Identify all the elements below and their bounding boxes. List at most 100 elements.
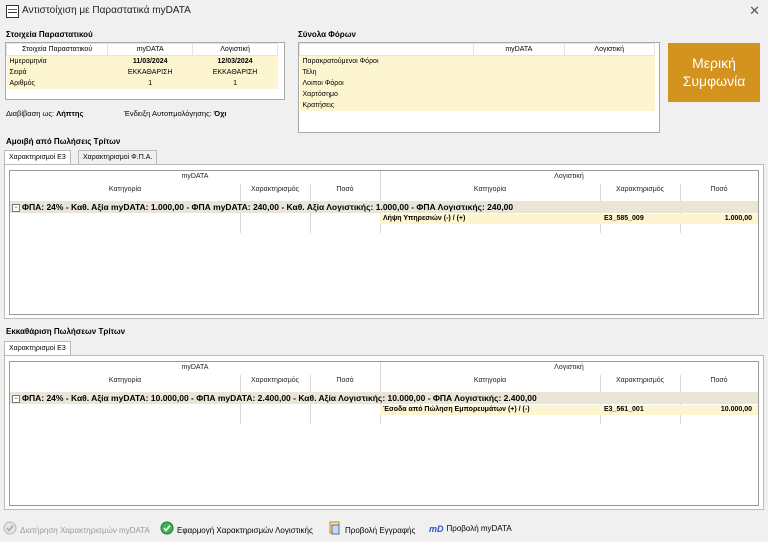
tab-clearing-e3[interactable]: Χαρακτηρισμοί Ε3 <box>4 341 71 356</box>
clearing-tab-page: myDATA Λογιστική Κατηγορία Χαρακτηρισμός… <box>4 355 764 510</box>
autofill-info: Ένδειξη Αυτοπμολόγησης: Όχι <box>124 109 226 118</box>
clearing-detail-category: Έσοδα από Πώληση Εμπορευμάτων (+) / (-) <box>383 406 530 413</box>
taxes-row[interactable]: Λοιποι Φόροι <box>299 78 655 89</box>
fees-detail-category: Λήψη Υπηρεσιών (-) / (+) <box>383 215 466 222</box>
fees-group-left: ΦΠΑ: 24% - Καθ. Αξία myDATA: 1.000,00 - … <box>22 202 279 212</box>
check-circle-icon <box>160 521 174 541</box>
fees-tabs: Χαρακτηρισμοί Ε3 Χαρακτηρισμοί Φ.Π.Α. <box>4 150 204 165</box>
doc-row-number[interactable]: Αριθμός 1 1 <box>6 78 278 89</box>
clearing-col-characterization-log: Χαρακτηρισμός <box>615 377 665 384</box>
doc-date-logistiki: 12/03/2024 <box>192 55 278 67</box>
agreement-status-button[interactable]: Μερική Συμφωνία <box>668 43 760 102</box>
fees-col-category: Κατηγορία <box>108 186 142 193</box>
fees-col-characterization: Χαρακτηρισμός <box>250 186 300 193</box>
fees-group-right: - Καθ. Αξία Λογιστικής: 1.000,00 - ΦΠΑ Λ… <box>281 202 514 212</box>
taxes-table: myDATA Λογιστική Παρακρατούμενοι Φόροι Τ… <box>298 43 656 111</box>
taxes-row-label: Λοιποι Φόροι <box>299 78 474 89</box>
transmission-label: Διαβίβαση ως: <box>6 109 55 118</box>
clearing-grid: myDATA Λογιστική Κατηγορία Χαρακτηρισμός… <box>9 361 759 506</box>
fees-col-amount: Ποσό <box>336 186 354 193</box>
view-mydata-label: Προβολή myDATA <box>446 524 512 534</box>
taxes-header-logistiki: Λογιστική <box>563 43 656 56</box>
tab-fees-e3[interactable]: Χαρακτηρισμοί Ε3 <box>4 150 71 165</box>
clearing-col-amount-log: Ποσό <box>710 377 728 384</box>
clearing-section-title: Εκκαθάριση Πωλήσεων Τρίτων <box>6 327 126 336</box>
fees-detail-amount: 1.000,00 <box>724 215 752 222</box>
taxes-row[interactable]: Χαρτόσημο <box>299 89 655 100</box>
check-circle-disabled-icon <box>3 521 17 541</box>
tab-fees-vat[interactable]: Χαρακτηρισμοί Φ.Π.Α. <box>78 150 158 164</box>
fees-tab-page: myDATA Λογιστική Κατηγορία Χαρακτηρισμός… <box>4 164 764 319</box>
mydata-logo-icon: mD <box>429 524 444 534</box>
keep-mydata-label: Διατήρηση Χαρακτηρισμών myDATA <box>20 526 150 536</box>
fees-detail-row[interactable]: Λήψη Υπηρεσιών (-) / (+) E3_585_009 1.00… <box>380 214 758 224</box>
clearing-detail-code: E3_561_001 <box>604 406 644 413</box>
doc-row-label: Σειρά <box>6 67 108 78</box>
clearing-group-row[interactable]: − ΦΠΑ: 24% - Καθ. Αξία myDATA: 10.000,00 … <box>10 392 758 404</box>
taxes-row[interactable]: Κρατήσεις <box>299 100 655 111</box>
taxes-row-label: Παρακρατούμενοι Φόροι <box>299 55 474 67</box>
doc-header-label: Στοιχεία Παραστατικού <box>5 43 109 56</box>
taxes-row-label: Κρατήσεις <box>299 100 474 111</box>
fees-col-amount-log: Ποσό <box>710 186 728 193</box>
clearing-col-category: Κατηγορία <box>108 377 142 384</box>
doc-series-logistiki: ΕΚΚΑΘΑΡΙΣΗ <box>192 67 278 78</box>
doc-date-mydata: 11/03/2024 <box>107 55 193 67</box>
taxes-row-label: Χαρτόσημο <box>299 89 474 100</box>
clearing-tabs: Χαρακτηρισμοί Ε3 <box>4 341 104 356</box>
taxes-header-mydata: myDATA <box>473 43 565 56</box>
collapse-icon[interactable]: − <box>12 394 20 403</box>
title-bar: Αντιστοίχιση με Παραστατικά myDATA ✕ <box>0 0 768 22</box>
doc-info-table: Στοιχεία Παραστατικού myDATA Λογιστική Η… <box>5 43 278 89</box>
clearing-logistiki-header: Λογιστική <box>554 364 584 371</box>
taxes-row-label: Τέλη <box>299 67 474 78</box>
fees-col-characterization-log: Χαρακτηρισμός <box>615 186 665 193</box>
agreement-status-line1: Μερική <box>692 55 736 71</box>
taxes-section-title: Σύνολα Φόρων <box>298 30 356 39</box>
view-mydata-button[interactable]: mD Προβολή myDATA <box>429 521 512 537</box>
doc-row-label: Ημερομηνία <box>6 55 108 67</box>
doc-row-label: Αριθμός <box>6 78 108 89</box>
clearing-group-left: ΦΠΑ: 24% - Καθ. Αξία myDATA: 10.000,00 -… <box>22 393 291 403</box>
doc-info-panel: Στοιχεία Παραστατικού myDATA Λογιστική Η… <box>5 42 285 100</box>
doc-header-logistiki: Λογιστική <box>192 43 278 56</box>
doc-row-series[interactable]: Σειρά ΕΚΚΑΘΑΡΙΣΗ ΕΚΚΑΘΑΡΙΣΗ <box>6 67 278 78</box>
taxes-row[interactable]: Τέλη <box>299 67 655 78</box>
transmission-value: Λήπτης <box>56 109 84 118</box>
agreement-status-line2: Συμφωνία <box>682 73 746 89</box>
doc-series-mydata: ΕΚΚΑΘΑΡΙΣΗ <box>107 67 193 78</box>
document-view-icon <box>328 521 342 541</box>
autofill-value: Όχι <box>213 109 227 118</box>
doc-section-title: Στοιχεία Παραστατικού <box>6 30 93 39</box>
apply-logistiki-label: Εφαρμογή Χαρακτηρισμών Λογιστικής <box>177 526 313 536</box>
keep-mydata-button[interactable]: Διατήρηση Χαρακτηρισμών myDATA <box>3 521 150 537</box>
clearing-col-characterization: Χαρακτηρισμός <box>250 377 300 384</box>
transmission-info: Διαβίβαση ως: Λήπτης <box>6 109 83 118</box>
taxes-panel: myDATA Λογιστική Παρακρατούμενοι Φόροι Τ… <box>298 42 660 133</box>
clearing-detail-row[interactable]: Έσοδα από Πώληση Εμπορευμάτων (+) / (-) … <box>380 405 758 415</box>
view-entry-button[interactable]: Προβολή Εγγραφής <box>328 521 415 537</box>
clearing-col-amount: Ποσό <box>336 377 354 384</box>
clearing-group-right: - Καθ. Αξία Λογιστικής: 10.000,00 - ΦΠΑ … <box>293 393 537 403</box>
doc-number-mydata: 1 <box>107 78 193 89</box>
window-title: Αντιστοίχιση με Παραστατικά myDATA <box>22 5 191 16</box>
fees-grid: myDATA Λογιστική Κατηγορία Χαρακτηρισμός… <box>9 170 759 315</box>
close-icon[interactable]: ✕ <box>749 3 760 19</box>
taxes-row[interactable]: Παρακρατούμενοι Φόροι <box>299 55 655 67</box>
app-icon <box>6 5 19 18</box>
autofill-label: Ένδειξη Αυτοπμολόγησης: <box>124 109 212 118</box>
doc-header-mydata: myDATA <box>107 43 194 56</box>
collapse-icon[interactable]: − <box>12 203 20 212</box>
fees-logistiki-header: Λογιστική <box>554 173 584 180</box>
clearing-col-category-log: Κατηγορία <box>473 377 507 384</box>
fees-group-row[interactable]: − ΦΠΑ: 24% - Καθ. Αξία myDATA: 1.000,00 -… <box>10 201 758 213</box>
apply-logistiki-button[interactable]: Εφαρμογή Χαρακτηρισμών Λογιστικής <box>160 521 313 537</box>
doc-row-date[interactable]: Ημερομηνία 11/03/2024 12/03/2024 <box>6 55 278 67</box>
fees-detail-code: E3_585_009 <box>604 215 644 222</box>
fees-col-category-log: Κατηγορία <box>473 186 507 193</box>
view-entry-label: Προβολή Εγγραφής <box>345 526 416 536</box>
fees-section-title: Αμοιβή από Πωλήσεις Τρίτων <box>6 137 121 146</box>
fees-mydata-header: myDATA <box>181 173 209 180</box>
clearing-mydata-header: myDATA <box>181 364 209 371</box>
taxes-header-blank <box>298 43 475 56</box>
